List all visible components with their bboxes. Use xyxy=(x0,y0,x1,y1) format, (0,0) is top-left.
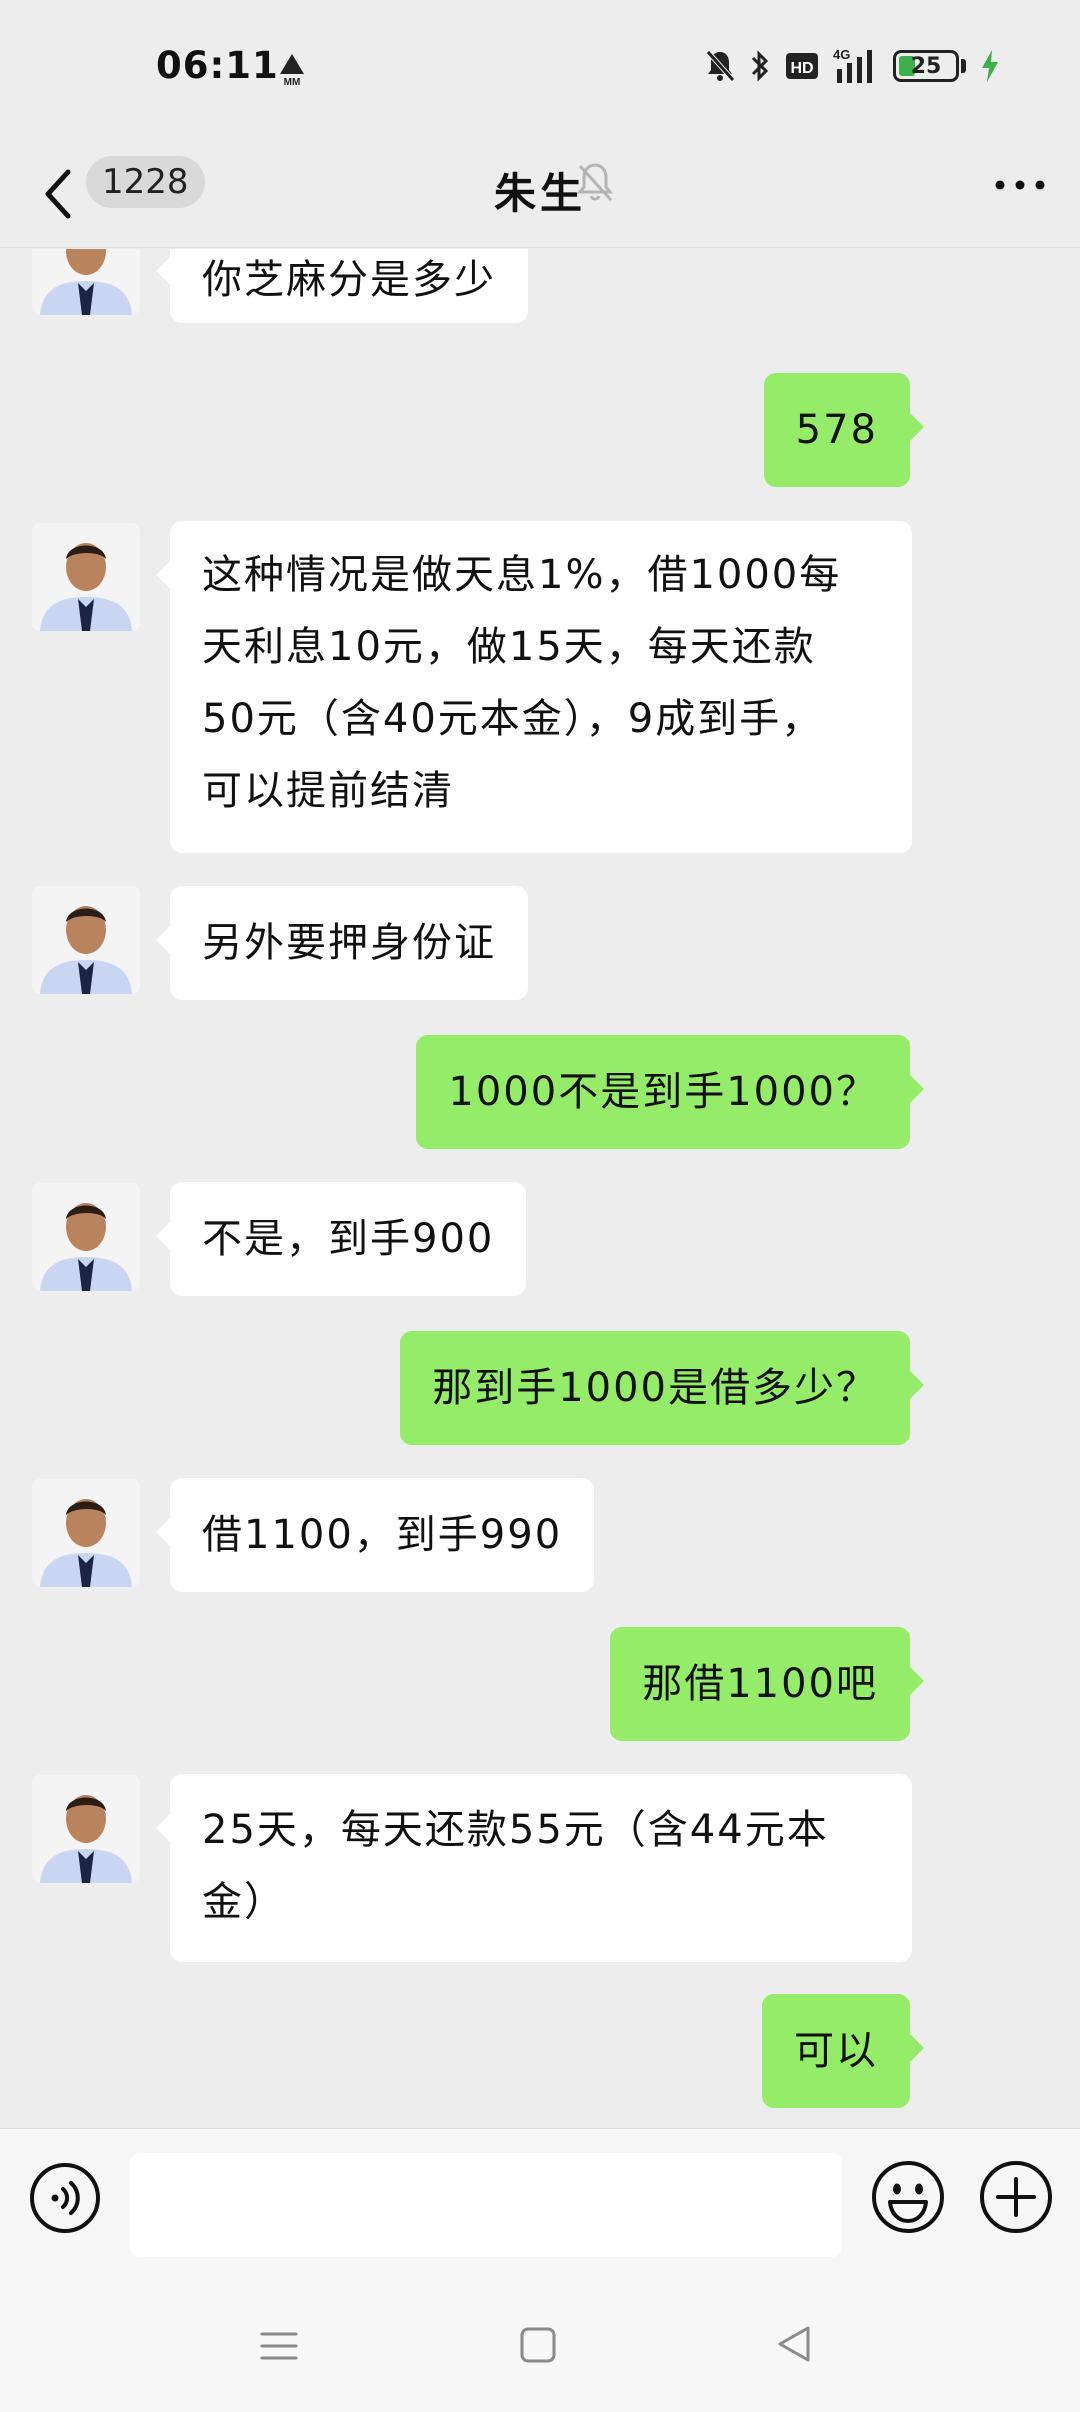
charging-icon xyxy=(982,50,998,82)
status-bar: 06:11 MM HD 4G 25 xyxy=(0,0,1080,140)
status-time: 06:11 xyxy=(156,44,279,87)
recent-apps-icon[interactable] xyxy=(260,2328,298,2364)
system-back-icon[interactable] xyxy=(776,2324,812,2364)
svg-text:4G: 4G xyxy=(833,47,850,62)
message-bubble-incoming[interactable]: 你芝麻分是多少 xyxy=(156,249,528,323)
message-text: 另外要押身份证 xyxy=(202,920,496,966)
message-bubble-incoming[interactable]: 另外要押身份证 xyxy=(156,886,528,1000)
add-more-icon[interactable] xyxy=(978,2159,1054,2235)
chat-screen: 06:11 MM HD 4G 25 1228 朱生 你芝麻分是多少 578 这种… xyxy=(0,0,1080,2412)
voice-input-icon[interactable] xyxy=(28,2161,102,2235)
message-bubble-incoming[interactable]: 借1100，到手990 xyxy=(155,1478,595,1592)
message-text: 借1100，到手990 xyxy=(202,1512,563,1558)
emoji-icon[interactable] xyxy=(870,2159,946,2235)
message-bubble-incoming[interactable]: 25天，每天还款55元（含44元本 金） xyxy=(156,1774,912,1962)
input-bar xyxy=(0,2128,1080,2258)
message-bubble-outgoing[interactable]: 那到手1000是借多少？ xyxy=(400,1331,924,1445)
message-bubble-outgoing[interactable]: 578 xyxy=(763,373,925,487)
more-options-icon[interactable] xyxy=(990,170,1050,200)
svg-text:HD: HD xyxy=(790,60,813,77)
message-list[interactable]: 你芝麻分是多少 578 这种情况是做天息1%，借1000每 天利息10元，做15… xyxy=(0,249,1080,2129)
message-text: 578 xyxy=(795,407,878,453)
message-bubble-incoming[interactable]: 不是，到手900 xyxy=(155,1182,527,1296)
battery-icon: 25 xyxy=(893,50,959,82)
message-bubble-incoming[interactable]: 这种情况是做天息1%，借1000每 天利息10元，做15天，每天还款 50元（含… xyxy=(156,521,912,853)
message-line: 这种情况是做天息1%，借1000每 xyxy=(202,552,842,598)
message-text: 那借1100吧 xyxy=(642,1661,878,1707)
message-bubble-outgoing[interactable]: 那借1100吧 xyxy=(610,1627,924,1741)
message-text: 那到手1000是借多少？ xyxy=(432,1365,878,1411)
battery-level: 25 xyxy=(910,54,942,79)
signal-4g-icon: 4G xyxy=(833,47,872,83)
hd-icon: HD xyxy=(786,53,818,79)
bluetooth-icon xyxy=(751,50,769,82)
message-bubble-outgoing[interactable]: 1000不是到手1000？ xyxy=(416,1035,924,1149)
muted-bell-icon xyxy=(576,163,614,202)
mute-bell-icon xyxy=(706,50,735,82)
message-text: 可以 xyxy=(794,2028,878,2074)
chat-title: 朱生 xyxy=(493,169,586,218)
message-text: 你芝麻分是多少 xyxy=(202,257,496,303)
message-line: 25天，每天还款55元（含44元本 xyxy=(202,1807,829,1853)
message-text: 1000不是到手1000？ xyxy=(448,1069,878,1115)
contact-avatar[interactable] xyxy=(32,886,140,994)
system-nav-bar xyxy=(0,2258,1080,2412)
message-line: 可以提前结清 xyxy=(202,768,454,814)
message-line: 天利息10元，做15天，每天还款 xyxy=(202,624,816,670)
message-line: 金） xyxy=(202,1879,286,1925)
contact-avatar[interactable] xyxy=(32,1479,140,1587)
status-icons: HD 4G 25 xyxy=(705,44,1000,88)
contact-avatar[interactable] xyxy=(32,523,140,631)
message-input[interactable] xyxy=(130,2153,842,2257)
message-text: 不是，到手900 xyxy=(202,1216,495,1262)
contact-avatar[interactable] xyxy=(32,1775,140,1883)
contact-avatar[interactable] xyxy=(32,249,140,315)
mm-alert-icon: MM xyxy=(280,54,304,86)
svg-text:MM: MM xyxy=(284,77,301,86)
message-bubble-outgoing[interactable]: 可以 xyxy=(762,1994,924,2108)
home-icon[interactable] xyxy=(520,2326,556,2364)
contact-avatar[interactable] xyxy=(32,1183,140,1291)
message-line: 50元（含40元本金），9成到手， xyxy=(202,696,824,742)
